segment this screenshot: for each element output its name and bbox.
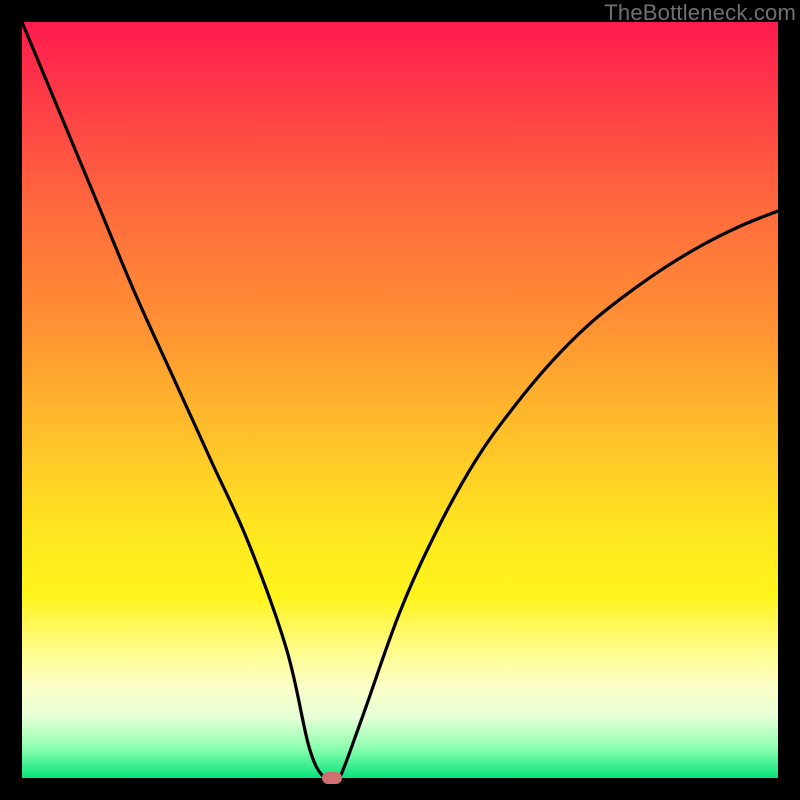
- optimal-point-marker: [322, 772, 342, 784]
- watermark-text: TheBottleneck.com: [604, 0, 796, 26]
- bottleneck-curve: [22, 22, 778, 778]
- chart-frame: [22, 22, 778, 778]
